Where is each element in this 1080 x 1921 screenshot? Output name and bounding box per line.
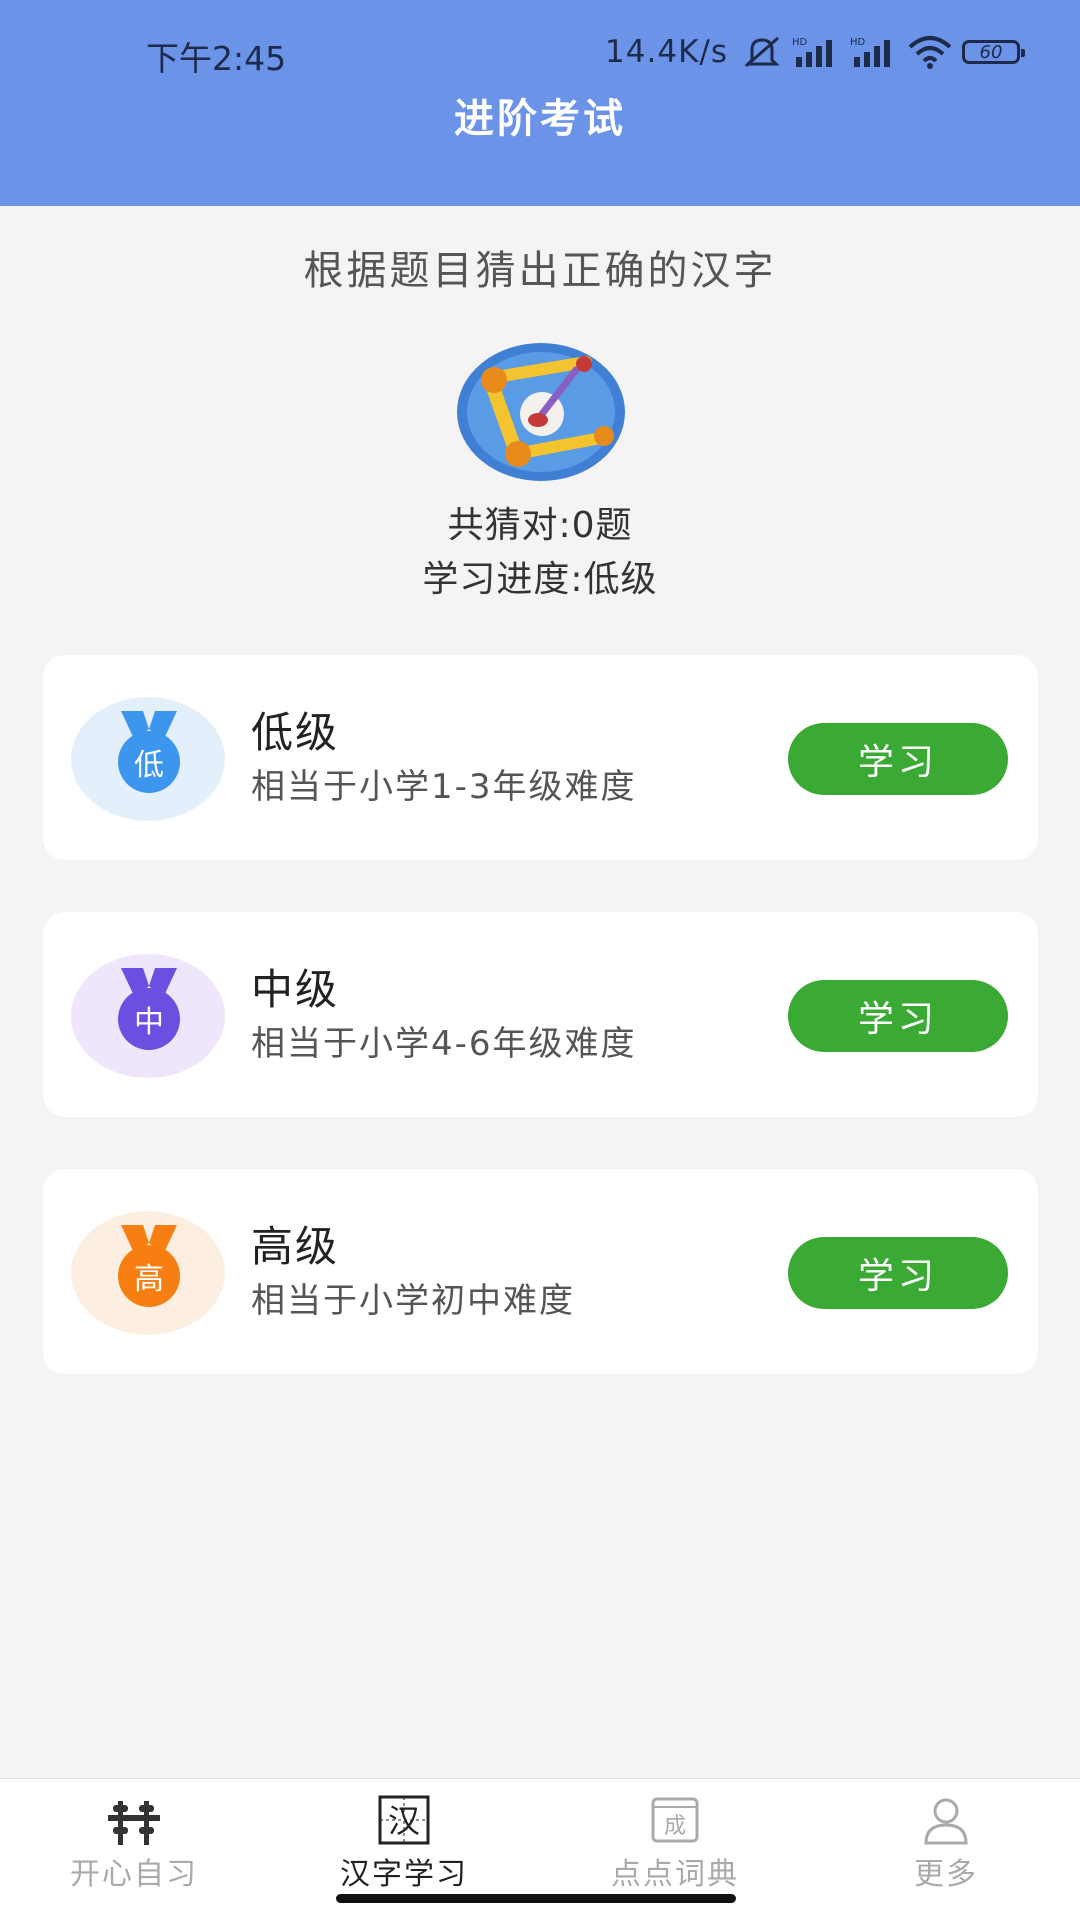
wifi-icon [908,36,952,69]
level-badge-high: 高 [118,1245,180,1307]
abacus-icon [108,1801,160,1845]
medal-icon: 中 [71,954,225,1078]
app-header: 下午2:45 14.4K/s HD HD 60 进阶考试 [0,0,1080,206]
page-title: 进阶考试 [454,96,626,142]
dictionary-icon: 成 [651,1797,699,1843]
nav-label: 点点词典 [611,1857,739,1892]
user-icon [924,1798,968,1845]
level-description: 相当于小学初中难度 [251,1281,575,1321]
status-time: 下午2:45 [146,39,287,78]
level-description: 相当于小学1-3年级难度 [251,767,637,807]
level-card-mid: 中 中级 相当于小学4-6年级难度 学习 [43,912,1038,1117]
hanzi-icon-glyph: 汉 [388,1802,420,1840]
medal-icon: 高 [71,1211,225,1335]
home-indicator[interactable] [336,1894,736,1903]
dictionary-icon-glyph: 成 [664,1814,686,1839]
correct-count: 共猜对:0题 [447,505,633,546]
nav-label: 更多 [914,1857,978,1892]
hanzi-icon: 汉 [378,1795,430,1845]
signal-hd-label: HD [850,37,866,48]
network-speed: 14.4K/s [605,34,728,70]
status-bar-right: 14.4K/s HD HD 60 [605,30,1025,74]
nav-label: 开心自习 [70,1857,198,1892]
nav-item-more[interactable]: 更多 [846,1779,1046,1892]
level-card-low: 低 低级 相当于小学1-3年级难度 学习 [43,655,1038,860]
study-button-high[interactable]: 学习 [788,1237,1008,1309]
study-button-mid[interactable]: 学习 [788,980,1008,1052]
level-description: 相当于小学4-6年级难度 [251,1024,637,1064]
learning-progress: 学习进度:低级 [422,559,658,600]
battery-icon: 60 [962,40,1025,64]
nav-label: 汉字学习 [340,1857,468,1892]
mute-icon [744,36,780,68]
level-title: 中级 [251,965,340,1014]
scroll-brush-icon [457,343,625,481]
signal-icon: HD [792,37,832,67]
level-badge-mid: 中 [118,988,180,1050]
instruction-text: 根据题目猜出正确的汉字 [303,248,777,294]
signal-icon: HD [850,37,890,67]
signal-hd-label: HD [792,37,808,48]
level-card-high: 高 高级 相当于小学初中难度 学习 [43,1169,1038,1374]
medal-icon: 低 [71,697,225,821]
level-title: 高级 [251,1222,340,1271]
study-button-low[interactable]: 学习 [788,723,1008,795]
level-badge-low: 低 [118,731,180,793]
level-title: 低级 [251,708,340,757]
nav-item-happy-study[interactable]: 开心自习 [34,1779,234,1892]
battery-level: 60 [979,41,1003,63]
nav-item-dictionary[interactable]: 成 点点词典 [575,1779,775,1892]
nav-item-hanzi-study[interactable]: 汉 汉字学习 [304,1779,504,1892]
